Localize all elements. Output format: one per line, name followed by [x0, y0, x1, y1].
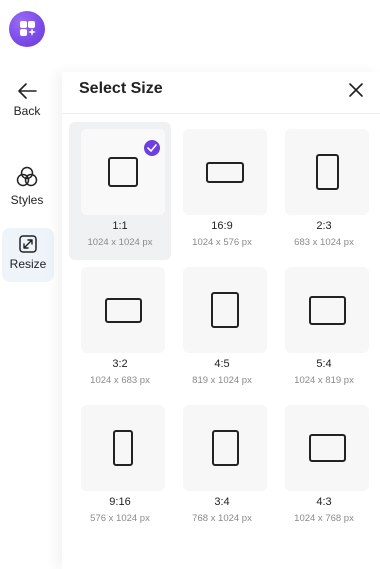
size-ratio: 9:16 — [109, 496, 131, 508]
close-icon[interactable] — [348, 82, 364, 98]
size-option-1-1[interactable]: 1:1 1024 x 1024 px — [69, 122, 171, 260]
size-dimensions: 1024 x 683 px — [90, 375, 150, 386]
size-option-4-3[interactable]: 4:3 1024 x 768 px — [273, 398, 375, 536]
size-thumb — [183, 129, 267, 215]
landscape-shape-icon — [104, 297, 142, 323]
portrait-shape-icon — [211, 292, 239, 328]
size-ratio: 3:4 — [214, 496, 230, 508]
size-ratio: 1:1 — [112, 220, 128, 232]
size-thumb — [285, 405, 369, 491]
app-logo-icon[interactable] — [9, 11, 45, 47]
size-option-4-5[interactable]: 4:5 819 x 1024 px — [171, 260, 273, 398]
resize-label: Resize — [9, 257, 47, 271]
size-grid: 1:1 1024 x 1024 px 16:9 1024 x 576 px 2:… — [69, 122, 374, 536]
size-dimensions: 768 x 1024 px — [192, 513, 252, 524]
back-button[interactable]: Back — [0, 82, 54, 118]
size-thumb — [285, 267, 369, 353]
landscape-shape-icon — [308, 434, 346, 462]
size-ratio: 3:2 — [112, 358, 128, 370]
styles-label: Styles — [10, 193, 44, 207]
size-thumb — [183, 267, 267, 353]
size-dimensions: 1024 x 819 px — [294, 375, 354, 386]
check-icon — [144, 140, 160, 156]
size-option-3-2[interactable]: 3:2 1024 x 683 px — [69, 260, 171, 398]
landscape-shape-icon — [308, 295, 346, 325]
size-dimensions: 1024 x 1024 px — [87, 237, 153, 248]
portrait-shape-icon — [315, 154, 339, 190]
portrait-shape-icon — [113, 430, 133, 466]
arrow-left-icon — [18, 83, 37, 99]
size-ratio: 2:3 — [316, 220, 332, 232]
size-thumb — [81, 405, 165, 491]
resize-button[interactable]: Resize — [2, 228, 54, 282]
panel-title: Select Size — [79, 80, 163, 97]
size-dimensions: 683 x 1024 px — [294, 237, 354, 248]
back-label: Back — [13, 104, 41, 118]
square-shape-icon — [108, 157, 138, 187]
select-size-panel: Select Size 1:1 1024 x 1024 px 16:9 1024… — [62, 72, 380, 569]
left-rail: Back Styles Resize — [0, 0, 62, 569]
circles-icon — [16, 166, 38, 187]
size-option-5-4[interactable]: 5:4 1024 x 819 px — [273, 260, 375, 398]
size-thumb — [183, 405, 267, 491]
size-option-2-3[interactable]: 2:3 683 x 1024 px — [273, 122, 375, 260]
size-ratio: 4:5 — [214, 358, 230, 370]
size-ratio: 5:4 — [316, 358, 332, 370]
panel-header: Select Size — [62, 72, 380, 114]
size-option-3-4[interactable]: 3:4 768 x 1024 px — [171, 398, 273, 536]
size-option-9-16[interactable]: 9:16 576 x 1024 px — [69, 398, 171, 536]
size-dimensions: 819 x 1024 px — [192, 375, 252, 386]
portrait-shape-icon — [211, 430, 239, 466]
size-ratio: 16:9 — [211, 220, 233, 232]
size-dimensions: 576 x 1024 px — [90, 513, 150, 524]
size-dimensions: 1024 x 768 px — [294, 513, 354, 524]
size-ratio: 4:3 — [316, 496, 332, 508]
size-option-16-9[interactable]: 16:9 1024 x 576 px — [171, 122, 273, 260]
size-thumb — [81, 267, 165, 353]
size-thumb — [285, 129, 369, 215]
styles-button[interactable]: Styles — [0, 165, 54, 207]
landscape-shape-icon — [206, 161, 244, 183]
size-dimensions: 1024 x 576 px — [192, 237, 252, 248]
resize-icon — [19, 235, 37, 253]
